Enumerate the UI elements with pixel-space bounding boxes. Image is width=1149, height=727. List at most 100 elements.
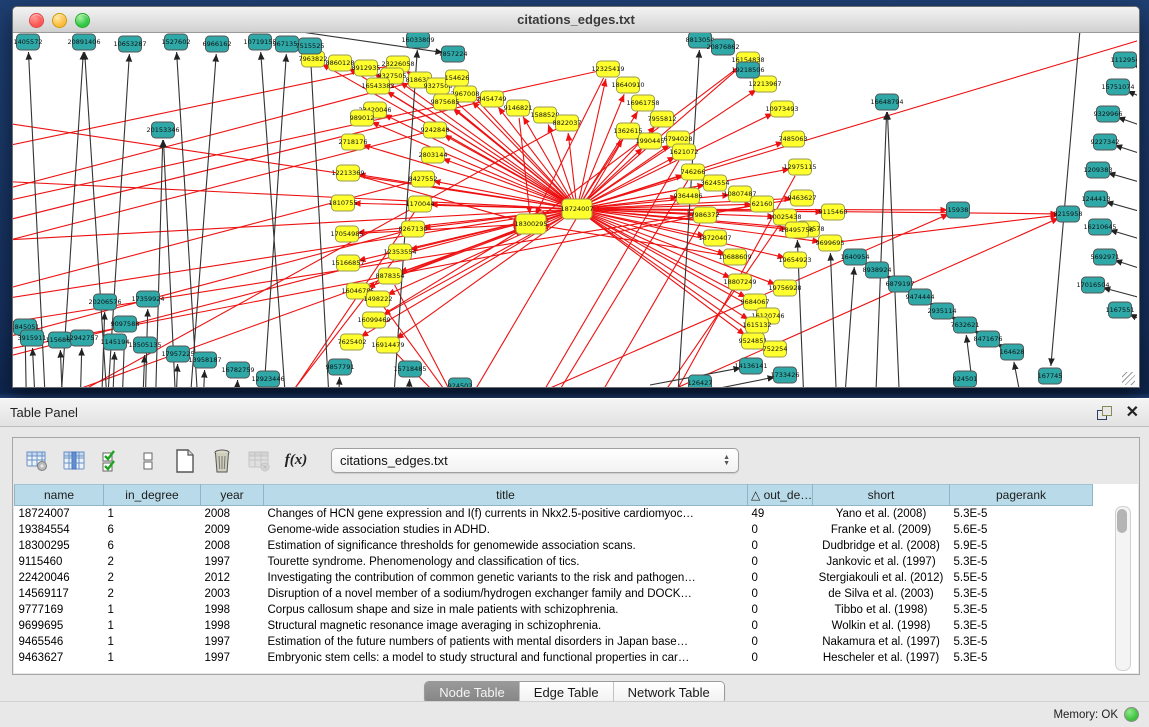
function-builder-icon[interactable]: f(x) [282, 447, 310, 475]
table-row[interactable]: 1872400712008Changes of HCN gene express… [15, 506, 1093, 523]
graph-node-yellow[interactable]: 19756928 [768, 280, 801, 296]
graph-node-teal[interactable]: 7632621 [951, 317, 980, 333]
graph-node-yellow[interactable]: 8878354 [376, 268, 405, 284]
graph-node-teal[interactable]: 8215958 [1054, 206, 1083, 222]
column-header-title[interactable]: title [264, 485, 748, 506]
graph-node-yellow[interactable]: 8912935 [352, 60, 381, 76]
table-scrollbar-thumb[interactable] [1117, 509, 1127, 533]
graph-node-yellow[interactable]: 7986372 [691, 207, 720, 223]
graph-node-teal[interactable]: 1209383 [1084, 162, 1113, 178]
column-header-pagerank[interactable]: pagerank [950, 485, 1093, 506]
table-row[interactable]: 969969511998Structural magnetic resonanc… [15, 618, 1093, 634]
table-row[interactable]: 911546021997Tourette syndrome. Phenomeno… [15, 554, 1093, 570]
graph-node-teal[interactable]: 8938924 [863, 262, 892, 278]
graph-node-teal[interactable]: 14136141 [734, 358, 767, 374]
table-row[interactable]: 2242004622012Investigating the contribut… [15, 570, 1093, 586]
graph-node-yellow[interactable]: 62160 [751, 196, 774, 212]
network-window-titlebar[interactable]: citations_edges.txt [13, 7, 1139, 33]
graph-node-teal[interactable]: 126427 [688, 375, 713, 387]
graph-node-teal[interactable]: 9097588 [111, 316, 140, 332]
graph-node-yellow[interactable]: 154626 [445, 70, 470, 86]
graph-node-teal[interactable]: 17016504 [1076, 277, 1109, 293]
zoom-window-button[interactable] [75, 13, 90, 28]
tab-node-table[interactable]: Node Table [425, 682, 519, 703]
graph-node-teal[interactable]: 16782759 [221, 362, 254, 378]
show-columns-icon[interactable] [60, 447, 88, 475]
graph-node-teal[interactable]: 12923446 [251, 371, 284, 387]
graph-node-yellow[interactable]: 7955812 [648, 111, 677, 127]
graph-node-yellow[interactable]: 18720407 [698, 230, 731, 246]
memory-status-icon[interactable] [1124, 707, 1139, 722]
graph-node-yellow[interactable]: 1498222 [364, 291, 393, 307]
graph-node-yellow[interactable]: 1615132 [743, 317, 772, 333]
network-graph[interactable]: 1872400718300295796382288601288912935232… [13, 33, 1137, 387]
graph-node-teal[interactable]: 12942757 [65, 330, 98, 346]
graph-node-yellow[interactable]: 8427552 [409, 171, 438, 187]
graph-node-yellow[interactable]: 752254 [763, 341, 788, 357]
graph-node-yellow[interactable]: 7625402 [338, 334, 367, 350]
column-header-name[interactable]: name [15, 485, 104, 506]
column-header-short[interactable]: short [813, 485, 950, 506]
graph-node-teal[interactable]: 1640954 [841, 249, 870, 265]
graph-node-teal[interactable]: 15751074 [1101, 79, 1134, 95]
graph-node-teal[interactable]: 924501 [953, 371, 978, 387]
graph-node-yellow[interactable]: 2718176 [339, 134, 368, 150]
graph-node-teal[interactable]: 19218506 [731, 62, 764, 78]
tab-network-table[interactable]: Network Table [613, 682, 724, 703]
graph-node-yellow[interactable]: 8822037 [553, 115, 582, 131]
graph-node-teal[interactable]: 167745 [1038, 368, 1063, 384]
new-table-icon[interactable] [171, 447, 199, 475]
graph-node-teal[interactable]: 5692971 [1091, 249, 1120, 265]
graph-node-yellow[interactable]: 8860128 [326, 55, 355, 71]
graph-node-teal[interactable]: 9857791 [326, 359, 355, 375]
graph-node-yellow[interactable]: 15166857 [331, 255, 364, 271]
close-window-button[interactable] [29, 13, 44, 28]
graph-node-yellow[interactable]: 18300295 [514, 214, 547, 234]
graph-node-yellow[interactable]: 7485063 [779, 131, 808, 147]
select-all-icon[interactable] [97, 447, 125, 475]
table-selector-dropdown[interactable]: citations_edges.txt ▲▼ [331, 448, 739, 473]
graph-node-teal[interactable]: 20206576 [88, 294, 121, 310]
graph-node-teal[interactable]: 9474444 [906, 289, 935, 305]
graph-node-yellow[interactable]: 18495756 [780, 222, 813, 238]
table-settings-icon[interactable] [23, 447, 51, 475]
column-header-in_degree[interactable]: in_degree [104, 485, 201, 506]
graph-node-teal[interactable]: 16210645 [1083, 219, 1116, 235]
table-row[interactable]: 946554611997Estimation of the future num… [15, 634, 1093, 650]
graph-node-yellow[interactable]: 18724007 [560, 199, 593, 219]
tab-edge-table[interactable]: Edge Table [519, 682, 613, 703]
graph-node-yellow[interactable]: 12975115 [783, 159, 816, 175]
graph-node-yellow[interactable]: 746266 [681, 164, 706, 180]
graph-node-teal[interactable]: 9329966 [1094, 106, 1123, 122]
graph-node-teal[interactable]: 16648794 [870, 94, 903, 110]
deselect-all-icon[interactable] [134, 447, 162, 475]
network-canvas[interactable]: 1872400718300295796382288601288912935232… [13, 33, 1137, 387]
graph-node-teal[interactable]: 20891406 [67, 34, 100, 50]
graph-node-yellow[interactable]: 12213369 [331, 165, 364, 181]
table-row[interactable]: 977716911998Corpus callosum shape and si… [15, 602, 1093, 618]
graph-node-teal[interactable]: 13505135 [128, 337, 161, 353]
graph-node-teal[interactable]: 7515525 [296, 38, 325, 54]
graph-node-teal[interactable]: 15718485 [393, 361, 426, 377]
graph-node-teal[interactable]: 20153346 [146, 122, 179, 138]
graph-node-teal[interactable]: 6966162 [203, 36, 232, 52]
table-scrollbar[interactable] [1115, 506, 1131, 671]
graph-node-yellow[interactable]: 9115460 [819, 204, 848, 220]
graph-node-teal[interactable]: 1244413 [1082, 191, 1111, 207]
graph-node-teal[interactable]: 1112954 [1111, 52, 1137, 68]
graph-node-yellow[interactable]: 16543382 [361, 78, 394, 94]
table-row[interactable]: 1456911722003Disruption of a novel membe… [15, 586, 1093, 602]
graph-node-yellow[interactable]: 18807249 [723, 274, 756, 290]
delete-rows-icon[interactable] [208, 447, 236, 475]
graph-node-yellow[interactable]: 12325419 [591, 61, 624, 77]
graph-node-teal[interactable]: 2935114 [928, 303, 957, 319]
graph-node-yellow[interactable]: 16914479 [371, 337, 404, 353]
close-panel-icon[interactable]: ✕ [1126, 406, 1139, 420]
graph-node-yellow[interactable]: 9242848 [421, 122, 450, 138]
window-resize-grip[interactable] [1122, 372, 1135, 385]
graph-node-teal[interactable]: 1733426 [771, 367, 800, 383]
graph-node-teal[interactable]: 7857224 [439, 46, 468, 62]
graph-node-teal[interactable]: 9227342 [1091, 134, 1120, 150]
graph-node-teal[interactable]: 924502 [448, 378, 473, 387]
graph-node-yellow[interactable]: 3624554 [701, 175, 730, 191]
